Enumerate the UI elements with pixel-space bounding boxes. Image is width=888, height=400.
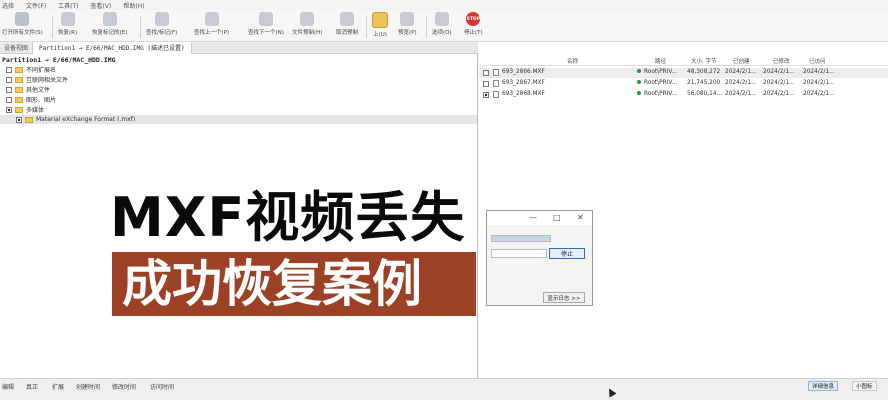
menu-view[interactable]: 查看(V): [91, 1, 112, 10]
find-next-icon: [258, 12, 273, 26]
close-icon[interactable]: ✕: [577, 213, 584, 222]
column-name[interactable]: 名称: [567, 57, 578, 65]
show-log-button[interactable]: 显示日志 >>: [543, 292, 585, 303]
column-created[interactable]: 已创建: [733, 57, 750, 65]
checkbox[interactable]: [6, 66, 12, 73]
file-prefab-icon: [300, 12, 315, 26]
checkbox[interactable]: [6, 76, 12, 83]
find-next-button[interactable]: 查找下一个(N): [248, 12, 284, 40]
status-item-extend: 扩展: [52, 384, 65, 391]
menu-bar: 选择 文件(F) 工具(T) 查看(V) 帮助(H): [0, 0, 888, 10]
column-accessed[interactable]: 已访问: [809, 57, 826, 65]
status-item-created: 创建时间: [76, 384, 101, 391]
view-detail-button[interactable]: 详细信息: [808, 381, 839, 391]
file-prefab-button[interactable]: 文件预制(H): [292, 12, 322, 40]
find-icon: [154, 12, 169, 26]
tree-item[interactable]: 其他文件: [6, 85, 50, 94]
checkbox[interactable]: [483, 70, 489, 76]
recover-marked-icon: [102, 12, 117, 26]
headline-subtitle: 成功恢复案例: [112, 252, 476, 316]
view-small-icons-button[interactable]: 小图标: [852, 381, 877, 391]
status-field: [491, 249, 547, 258]
checkbox[interactable]: [16, 116, 22, 123]
progress-bar: [491, 235, 551, 242]
refresh-icon: [15, 12, 30, 26]
recover-button[interactable]: 恢复(R): [58, 12, 77, 40]
folder-icon: [15, 106, 23, 113]
file-icon: [493, 91, 499, 98]
toolbar-divider: [366, 16, 367, 38]
open-all-files-button[interactable]: 打开所有文件(S): [2, 12, 43, 40]
progress-fill: [492, 236, 550, 241]
status-bar: 编辑 真正 扩展 创建时间 修改时间 访问时间 详细信息 小图标: [0, 378, 888, 400]
toolbar-divider: [140, 16, 141, 38]
tree-item[interactable]: 不同扩展名: [6, 65, 56, 74]
tab-row: 设备视图 Partition1 → E/66/MAC_HDD.IMG (描述已设…: [0, 41, 478, 54]
progress-dialog: — □ ✕ 停止 显示日志 >>: [486, 210, 593, 306]
folder-icon: [15, 76, 23, 83]
checkbox[interactable]: [483, 92, 489, 98]
sliders-icon: [434, 12, 449, 26]
stop-button[interactable]: STOP 停止(T): [464, 12, 483, 40]
tab-device-view[interactable]: 设备视图: [0, 43, 32, 52]
options-button[interactable]: 选项(O): [432, 12, 452, 40]
folder-up-icon: [372, 12, 388, 28]
tree-item[interactable]: 图形、图片: [6, 95, 56, 104]
table-row[interactable]: 693_2868.MXF Root\PRIV... 56,080,14... 2…: [479, 90, 888, 100]
menu-help[interactable]: 帮助(H): [123, 1, 144, 10]
status-item-modified: 修改时间: [112, 384, 137, 391]
menu-select[interactable]: 选择: [2, 1, 14, 10]
recover-marked-button[interactable]: 恢复标记的(E): [92, 12, 127, 40]
file-icon: [493, 69, 499, 76]
table-row[interactable]: 693_2866.MXF Root\PRIV... 48,308,272 202…: [479, 68, 888, 78]
find-previous-button[interactable]: 查找上一个(P): [194, 12, 229, 40]
folder-icon: [15, 66, 23, 73]
column-path[interactable]: 路径: [655, 57, 666, 65]
folder-icon: [15, 96, 23, 103]
dialog-stop-button[interactable]: 停止: [549, 248, 585, 259]
recover-icon: [60, 12, 75, 26]
up-button[interactable]: 上(U): [372, 12, 388, 40]
table-row[interactable]: 693_2867.MXF Root\PRIV... 21,745,200 202…: [479, 79, 888, 89]
find-previous-icon: [204, 12, 219, 26]
toolbar-divider: [52, 16, 53, 38]
tree-root[interactable]: Partition1 → E/66/MAC_HDD.IMG: [2, 56, 116, 64]
toolbar-divider: [426, 16, 427, 38]
status-dot-icon: [637, 91, 641, 95]
checkbox[interactable]: [6, 106, 12, 113]
status-item-real: 真正: [26, 384, 39, 391]
menu-tools[interactable]: 工具(T): [58, 1, 78, 10]
minimize-icon[interactable]: —: [529, 213, 537, 222]
stop-icon: STOP: [466, 12, 481, 26]
status-dot-icon: [637, 80, 641, 84]
cancel-prefab-icon: [340, 12, 354, 26]
cancel-prefab-button[interactable]: 取消预制: [336, 12, 358, 40]
headline-title: MXF视频丢失: [110, 186, 466, 249]
tab-partition[interactable]: Partition1 → E/66/MAC_HDD.IMG (描述已设置): [32, 41, 192, 54]
folder-icon: [15, 86, 23, 93]
column-header: 名称 路径 大小, 字节 已创建 已修改 已访问: [479, 56, 888, 66]
find-mark-button[interactable]: 查找/标记(F): [146, 12, 177, 40]
folder-icon: [25, 116, 33, 123]
menu-file[interactable]: 文件(F): [26, 1, 46, 10]
file-icon: [493, 80, 499, 87]
status-item-edit: 编辑: [2, 384, 15, 391]
checkbox[interactable]: [483, 81, 489, 87]
column-modified[interactable]: 已修改: [773, 57, 790, 65]
checkbox[interactable]: [6, 86, 12, 93]
status-item-accessed: 访问时间: [150, 384, 175, 391]
dialog-titlebar: — □ ✕: [487, 211, 592, 225]
tree-item-mxf[interactable]: Material eXchange Format (.mxf): [16, 115, 135, 124]
preview-button[interactable]: 预览(P): [398, 12, 417, 40]
column-size[interactable]: 大小, 字节: [691, 57, 717, 65]
status-dot-icon: [637, 69, 641, 73]
preview-icon: [400, 12, 415, 26]
checkbox[interactable]: [6, 96, 12, 103]
tree-item[interactable]: 互联网相关文件: [6, 75, 68, 84]
toolbar: 打开所有文件(S) 恢复(R) 恢复标记的(E) 查找/标记(F) 查找上一个(…: [0, 10, 888, 42]
tree-item[interactable]: 多媒体: [6, 105, 44, 114]
maximize-icon[interactable]: □: [553, 213, 561, 222]
